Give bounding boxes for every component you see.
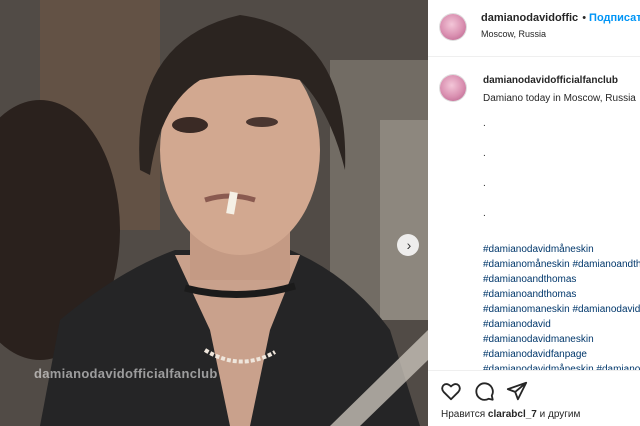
heart-icon[interactable]	[440, 380, 462, 402]
chevron-right-icon: ›	[406, 237, 412, 253]
comment-icon[interactable]	[473, 380, 495, 402]
avatar[interactable]	[440, 14, 466, 40]
hashtag-link[interactable]: #damianomaneskin #damianodavid	[483, 302, 640, 317]
hashtag-link[interactable]: #damianoandthomas	[483, 272, 640, 287]
hashtag-link[interactable]: #damianodavidmåneskin #damianodavid	[483, 362, 640, 370]
caption-block: damianodavidofficialfanclub Damiano toda…	[428, 56, 640, 370]
hashtag-list: #damianodavidmåneskin #damianomåneskin #…	[483, 242, 640, 370]
caption-avatar[interactable]	[440, 75, 466, 101]
likes-suffix[interactable]: и другим	[540, 409, 581, 420]
caption-text: Damiano today in Moscow, Russia	[483, 93, 636, 104]
hashtag-link[interactable]: #damianodavidmåneskin	[483, 242, 640, 257]
post-author-line: damianodavidoffic •Подписаться	[481, 12, 640, 24]
photo-illustration	[0, 0, 428, 426]
hashtag-link[interactable]: #damianodavidmaneskin	[483, 332, 640, 347]
bullet-line: .	[483, 178, 486, 189]
post-header: damianodavidoffic •Подписаться Moscow, Ru…	[428, 0, 640, 57]
action-bar: Нравится clarabcl_7 и другим	[428, 370, 640, 426]
hashtag-link[interactable]: #damianodavidfanpage	[483, 347, 640, 362]
share-icon[interactable]	[506, 380, 528, 402]
likes-line: Нравится clarabcl_7 и другим	[441, 409, 580, 420]
separator-dot: •	[582, 12, 587, 24]
caption-bullets: . . . .	[483, 119, 486, 239]
post-photo[interactable]: damianodavidofficialfanclub ›	[0, 0, 428, 426]
follow-button[interactable]: Подписаться	[589, 12, 640, 24]
likes-prefix: Нравится	[441, 409, 486, 420]
hashtag-link[interactable]: #damianoandthomas	[483, 287, 640, 302]
bullet-line: .	[483, 208, 486, 219]
hashtag-link[interactable]: #damianomåneskin #damianoandthomas	[483, 257, 640, 272]
next-photo-button[interactable]: ›	[397, 234, 419, 256]
caption-username[interactable]: damianodavidofficialfanclub	[483, 75, 618, 86]
bullet-line: .	[483, 118, 486, 129]
post-author-username[interactable]: damianodavidoffic	[481, 12, 578, 24]
hashtag-link[interactable]: #damianodavid	[483, 317, 640, 332]
post-sidebar: damianodavidoffic •Подписаться Moscow, Ru…	[428, 0, 640, 426]
bullet-line: .	[483, 148, 486, 159]
photo-watermark: damianodavidofficialfanclub	[34, 366, 218, 381]
post-location[interactable]: Moscow, Russia	[481, 29, 546, 39]
liked-by-user[interactable]: clarabcl_7	[488, 409, 537, 420]
